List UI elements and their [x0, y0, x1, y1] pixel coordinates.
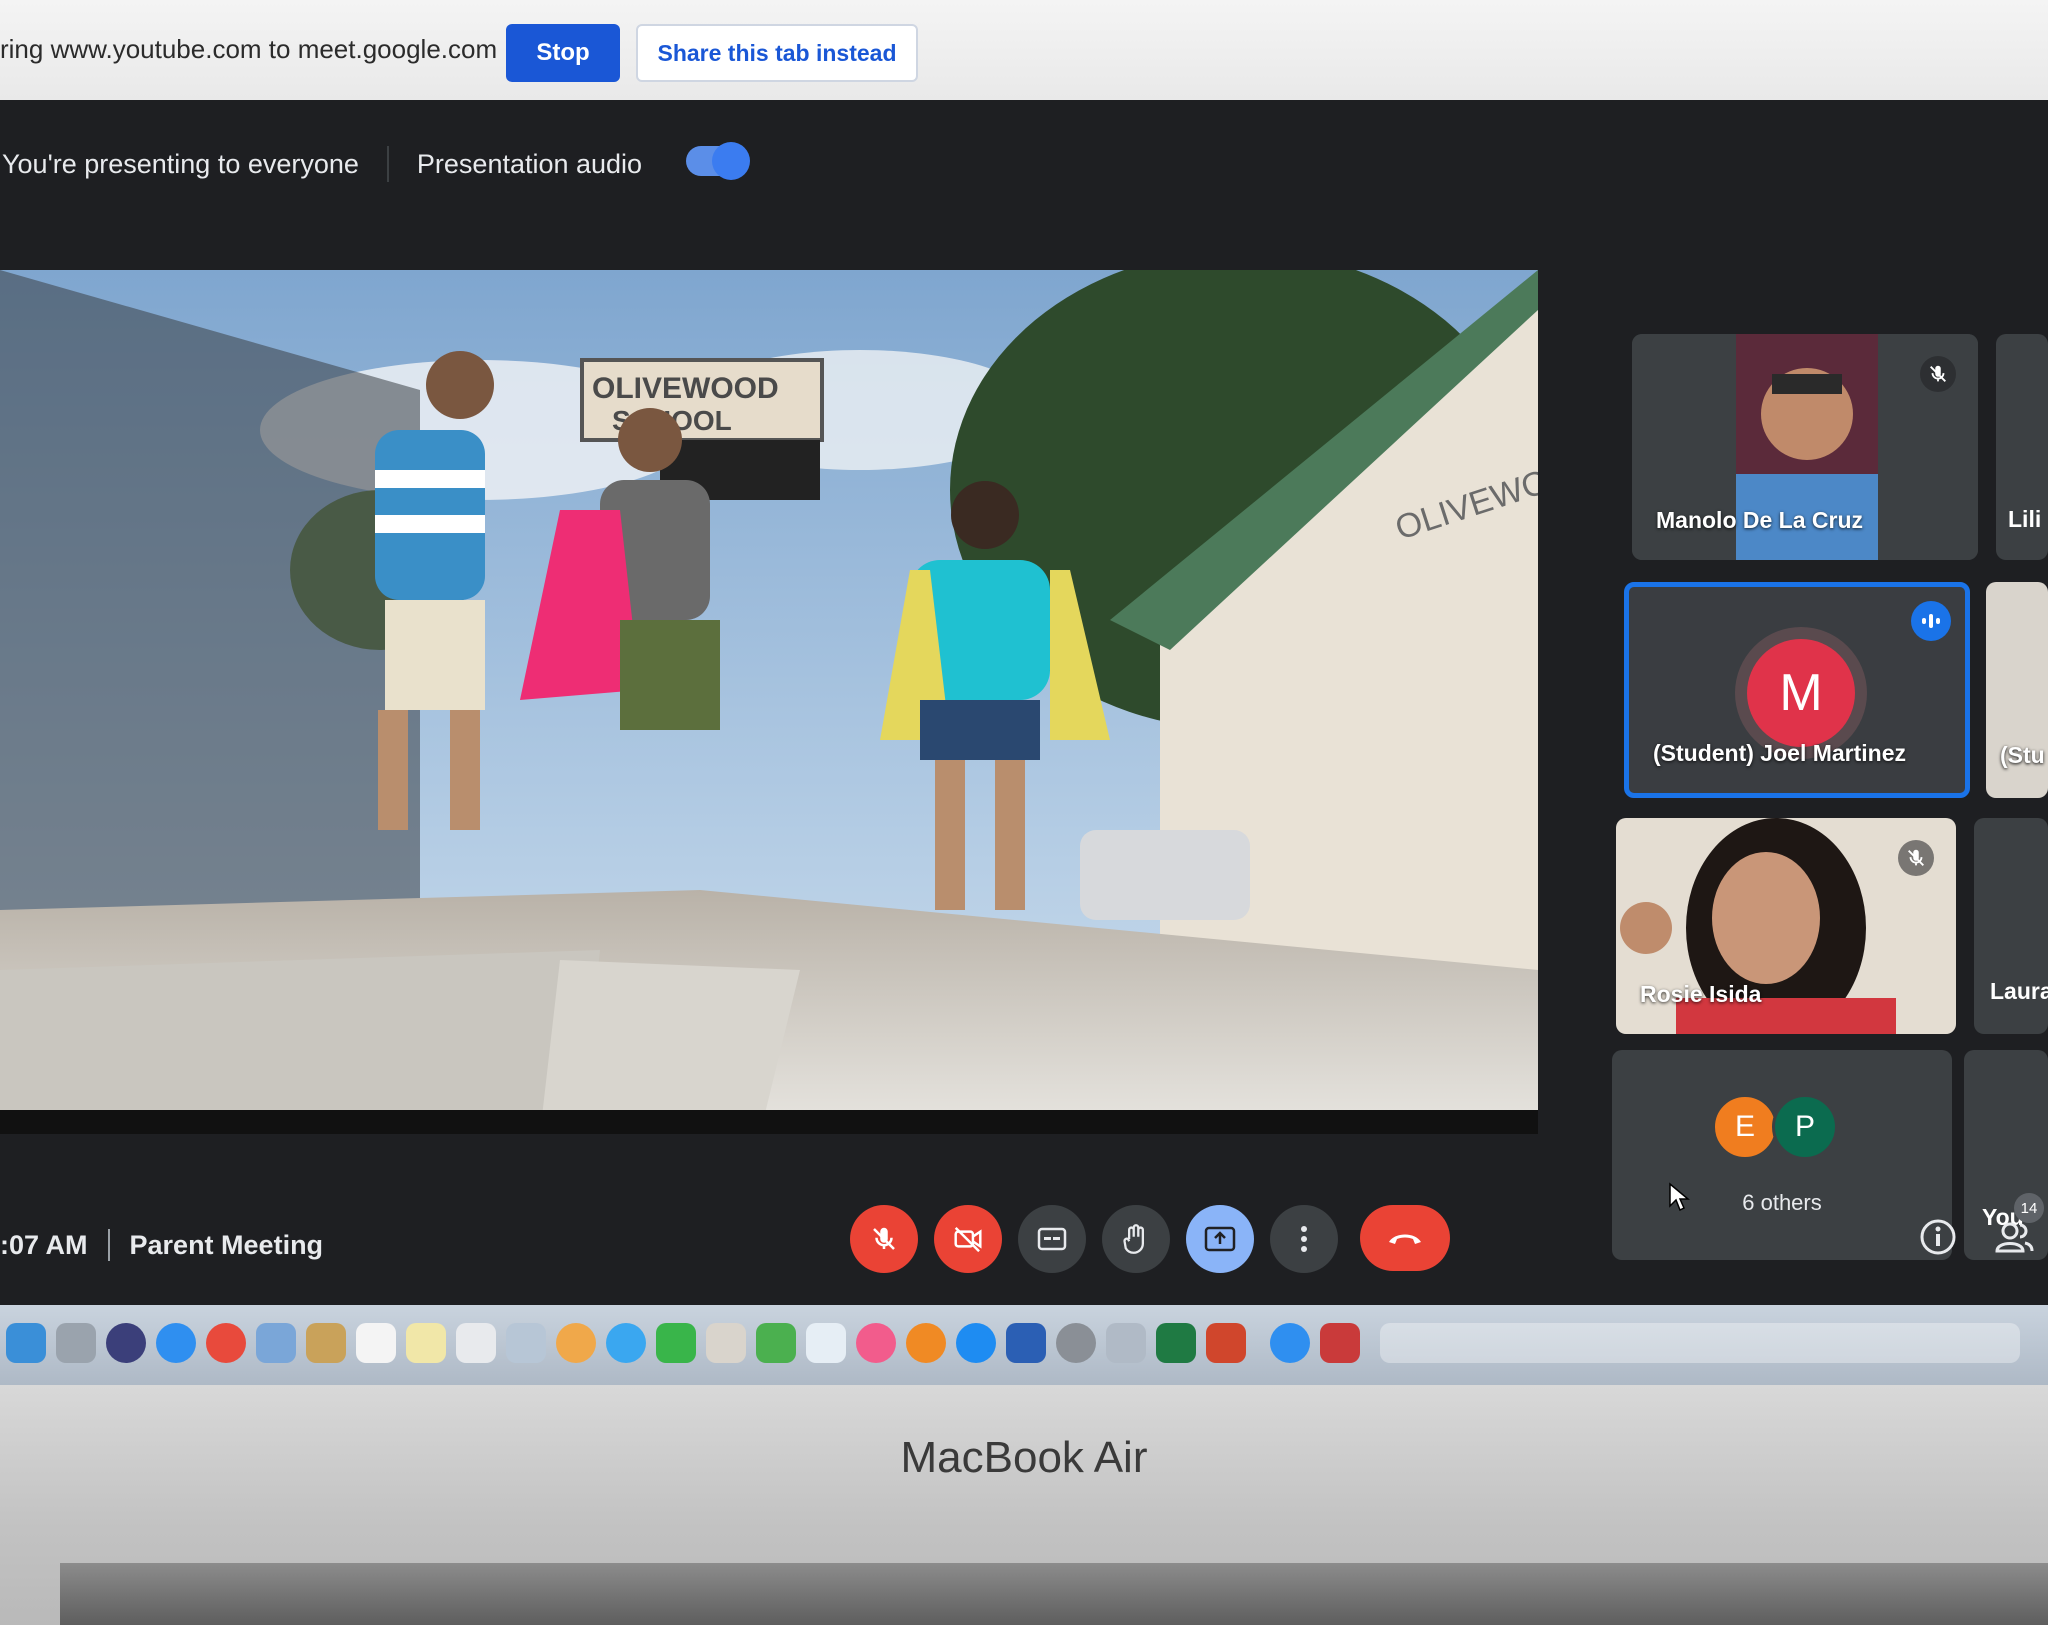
sharing-message: ring www.youtube.com to meet.google.com	[0, 34, 498, 64]
muted-mic-icon	[1898, 840, 1934, 876]
captions-icon	[1037, 1227, 1067, 1251]
keynote-icon[interactable]	[806, 1323, 846, 1363]
facetime-icon[interactable]	[656, 1323, 696, 1363]
calendar-icon[interactable]	[356, 1323, 396, 1363]
participant-name: Lili	[2008, 506, 2042, 532]
finder-icon[interactable]	[6, 1323, 46, 1363]
end-call-button[interactable]	[1360, 1205, 1450, 1271]
toggle-knob	[712, 142, 750, 180]
laptop-brand-label: MacBook Air	[900, 1433, 1148, 1482]
captions-button[interactable]	[1018, 1205, 1086, 1273]
pages-icon[interactable]	[706, 1323, 746, 1363]
participant-name: Manolo De La Cruz	[1656, 507, 1864, 533]
present-icon	[1204, 1226, 1236, 1252]
meeting-title: Parent Meeting	[129, 1229, 324, 1260]
system-preferences-icon[interactable]	[1056, 1323, 1096, 1363]
share-this-tab-button[interactable]: Share this tab instead	[636, 24, 918, 82]
app-store-icon[interactable]	[956, 1323, 996, 1363]
video-frame: OLIVEWO OLIVEWOOD SCHOOL	[0, 270, 1538, 1134]
more-options-icon	[1301, 1226, 1307, 1252]
participant-tile[interactable]: Lili	[1996, 334, 2048, 560]
meeting-controls-bar: :07 AM Parent Meeting 14	[0, 1193, 2048, 1305]
dock-minimized-windows[interactable]	[1380, 1323, 2020, 1363]
utility-icon[interactable]	[1106, 1323, 1146, 1363]
mic-toggle-button[interactable]	[850, 1205, 918, 1273]
launchpad-icon[interactable]	[56, 1323, 96, 1363]
word-icon[interactable]	[1006, 1323, 1046, 1363]
speaking-indicator-icon	[1911, 601, 1951, 641]
end-call-icon	[1389, 1234, 1421, 1244]
books-icon[interactable]	[906, 1323, 946, 1363]
divider	[386, 146, 389, 182]
presented-video: OLIVEWO OLIVEWOOD SCHOOL	[0, 270, 1538, 1134]
macos-dock	[0, 1305, 2048, 1385]
app-icon[interactable]	[1320, 1323, 1360, 1363]
participant-name: Laura	[1990, 978, 2048, 1004]
participant-name: (Stu	[2000, 742, 2045, 768]
muted-mic-icon	[1920, 356, 1956, 392]
participant-count-badge: 14	[2014, 1193, 2044, 1223]
presenting-status: You're presenting to everyone	[2, 148, 359, 179]
participant-avatar: E	[1712, 1094, 1778, 1160]
meeting-time: :07 AM	[0, 1229, 88, 1260]
participant-name: (Student) Joel Martinez	[1653, 740, 1907, 766]
presentation-audio-toggle[interactable]	[686, 142, 750, 180]
laptop-hinge	[60, 1563, 2048, 1625]
meeting-details: :07 AM Parent Meeting	[0, 1229, 323, 1261]
stickies-icon[interactable]	[406, 1323, 446, 1363]
participant-tile[interactable]: Rosie Isida	[1616, 818, 1956, 1034]
laptop-bezel: MacBook Air	[0, 1385, 2048, 1625]
notes-icon[interactable]	[306, 1323, 346, 1363]
messages-icon[interactable]	[606, 1323, 646, 1363]
numbers-icon[interactable]	[756, 1323, 796, 1363]
participant-tile-active-speaker[interactable]: M (Student) Joel Martinez	[1624, 582, 1970, 798]
siri-icon[interactable]	[106, 1323, 146, 1363]
safari-icon[interactable]	[156, 1323, 196, 1363]
participant-avatar: P	[1772, 1094, 1838, 1160]
participant-name: Rosie Isida	[1640, 981, 1762, 1007]
participant-tile[interactable]: Laura	[1974, 818, 2048, 1034]
participant-tile[interactable]: Manolo De La Cruz	[1632, 334, 1978, 560]
globe-icon[interactable]	[1270, 1323, 1310, 1363]
screen-share-banner: ring www.youtube.com to meet.google.com …	[0, 0, 2048, 108]
presentation-audio-label: Presentation audio	[416, 148, 643, 179]
participant-tile[interactable]: (Stu	[1986, 582, 2048, 798]
meeting-info-button[interactable]	[1918, 1217, 1958, 1257]
preview-icon[interactable]	[256, 1323, 296, 1363]
powerpoint-icon[interactable]	[1206, 1323, 1246, 1363]
camera-toggle-button[interactable]	[934, 1205, 1002, 1273]
meet-window: You're presenting to everyone Presentati…	[0, 100, 2048, 1305]
stop-sharing-button[interactable]: Stop	[506, 24, 620, 82]
more-options-button[interactable]	[1270, 1205, 1338, 1273]
present-now-button[interactable]	[1186, 1205, 1254, 1273]
divider	[107, 1229, 110, 1261]
raise-hand-icon	[1123, 1224, 1144, 1254]
presenting-bar: You're presenting to everyone Presentati…	[0, 136, 820, 192]
reminders-icon[interactable]	[456, 1323, 496, 1363]
excel-icon[interactable]	[1156, 1323, 1196, 1363]
sign-line1: OLIVEWOOD	[592, 372, 779, 405]
mic-off-icon	[873, 1227, 895, 1250]
chrome-icon[interactable]	[206, 1323, 246, 1363]
participant-avatar: M	[1747, 639, 1855, 747]
camera-off-icon	[954, 1227, 982, 1253]
info-icon	[1920, 1219, 1956, 1255]
maps-icon[interactable]	[506, 1323, 546, 1363]
music-icon[interactable]	[856, 1323, 896, 1363]
photos-icon[interactable]	[556, 1323, 596, 1363]
raise-hand-button[interactable]	[1102, 1205, 1170, 1273]
